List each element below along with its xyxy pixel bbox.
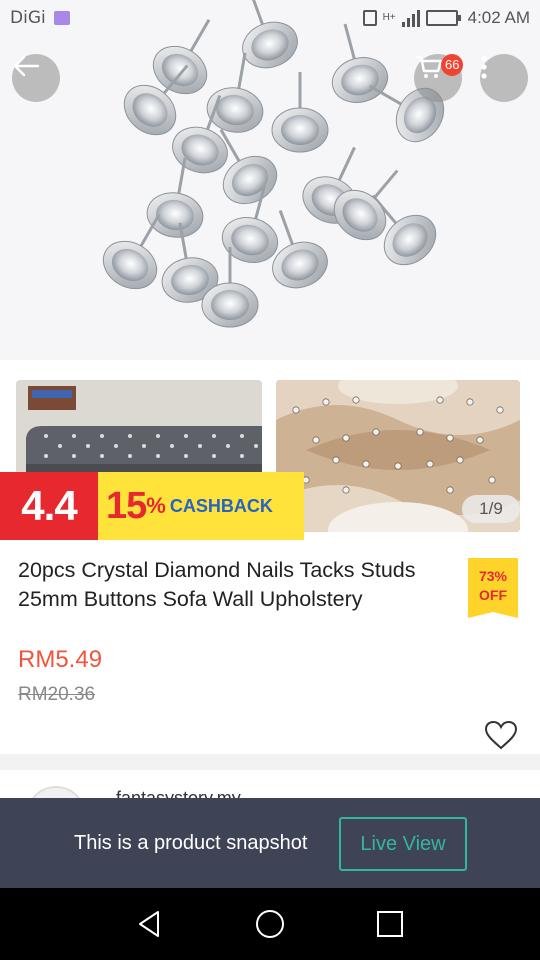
gallery-page-indicator: 1/9 <box>462 495 520 523</box>
promo-date: 4.4 <box>0 472 98 540</box>
status-bar: DiGi H+ 4:02 AM <box>0 0 540 36</box>
carrier-label: DiGi <box>10 8 46 28</box>
arrow-left-icon <box>13 55 40 77</box>
promo-banner[interactable]: 4.4 15 % CASHBACK <box>0 472 304 540</box>
signal-icon <box>401 9 420 27</box>
clock: 4:02 AM <box>467 8 530 27</box>
nav-home-icon[interactable] <box>254 908 286 940</box>
system-navigation-bar <box>0 888 540 960</box>
cashback-label: CASHBACK <box>169 495 273 516</box>
original-price: RM20.36 <box>18 684 96 705</box>
discount-badge: 73% OFF <box>468 558 518 618</box>
crystal-tacks-illustration <box>102 0 445 328</box>
nav-back-icon[interactable] <box>134 908 166 940</box>
product-detail-screen: 66 DiGi H+ 4:02 AM 1/9 4.4 15 % CASHBACK… <box>0 0 540 960</box>
cashback-percent-sign: % <box>146 493 166 518</box>
cashback-percent: 15 <box>106 484 147 527</box>
nav-recents-icon[interactable] <box>374 908 406 940</box>
network-type: H+ <box>382 12 396 23</box>
product-info-card: 20pcs Crystal Diamond Nails Tacks Studs … <box>0 540 540 754</box>
discount-label: OFF <box>479 587 507 603</box>
more-options-button[interactable] <box>480 54 528 102</box>
battery-icon <box>425 10 461 26</box>
shopping-cart-icon <box>416 55 443 78</box>
live-view-button[interactable]: Live View <box>339 817 467 871</box>
heart-icon <box>484 720 518 750</box>
snapshot-banner: This is a product snapshot Live View <box>0 798 540 888</box>
back-button[interactable] <box>12 54 60 102</box>
vibrate-icon <box>362 10 377 26</box>
thumbnail-wall-panel[interactable]: 1/9 <box>276 380 520 532</box>
product-hero-image[interactable]: 66 <box>0 0 540 360</box>
product-title: 20pcs Crystal Diamond Nails Tacks Studs … <box>18 558 416 611</box>
cashback-badge: 15 % CASHBACK <box>98 472 304 540</box>
wishlist-button[interactable] <box>484 720 518 755</box>
current-price: RM5.49 <box>18 646 103 673</box>
gallery-notification-icon <box>53 11 70 25</box>
vertical-dots-icon <box>481 55 487 79</box>
crystal-tack <box>271 72 329 153</box>
snapshot-message: This is a product snapshot <box>74 832 308 854</box>
discount-percent: 73% <box>478 568 508 584</box>
